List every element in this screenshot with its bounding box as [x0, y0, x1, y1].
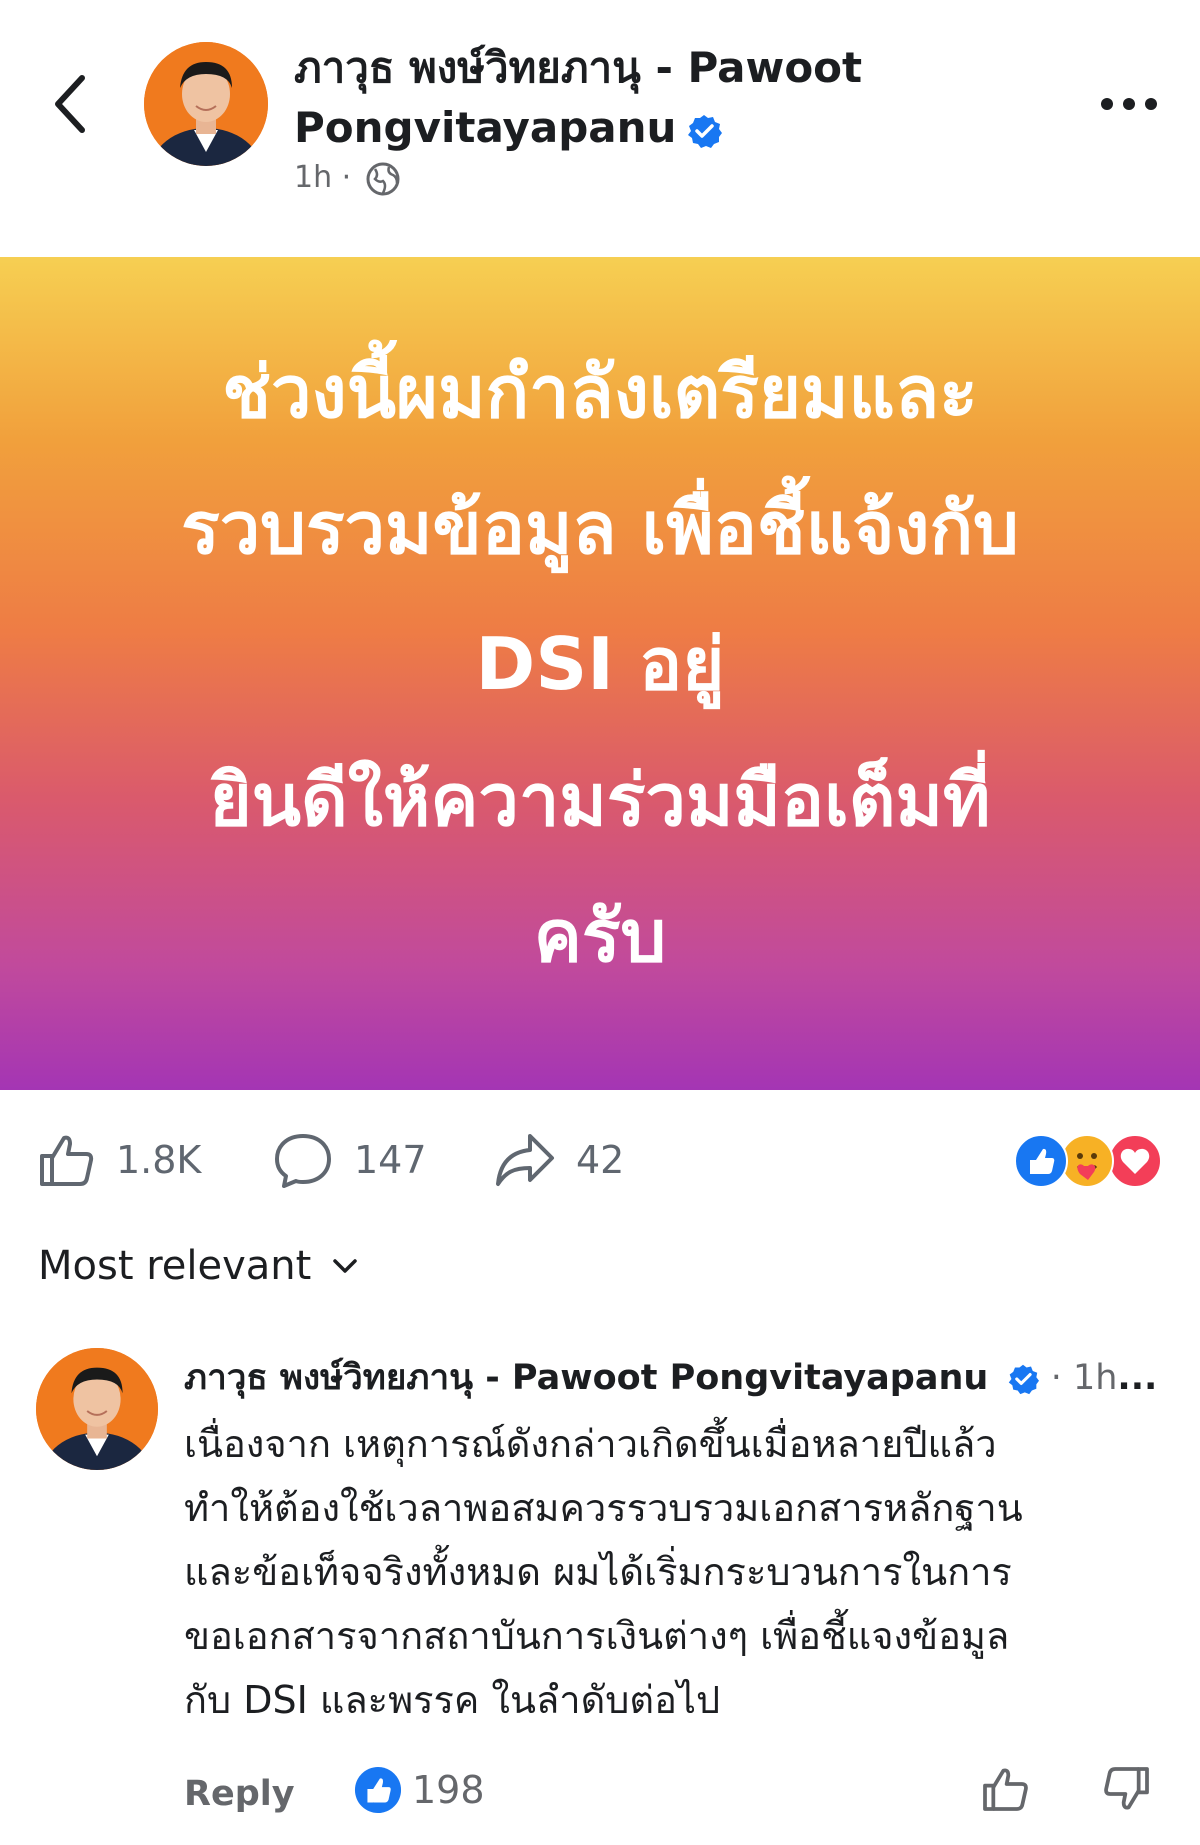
love-reaction-icon — [1108, 1134, 1162, 1188]
comment-line: ทำให้ต้องใช้เวลาพอสมควรรวบรวมเอกสารหลักฐ… — [184, 1486, 1023, 1530]
comment-ellipsis: ... — [1117, 1358, 1158, 1398]
like-button[interactable]: 1.8K — [36, 1128, 201, 1192]
thumbs-up-icon — [983, 1768, 1028, 1811]
like-reaction-icon — [354, 1766, 402, 1814]
share-arrow-icon — [496, 1134, 554, 1186]
meta-separator: · — [341, 160, 361, 195]
post-text-line: DSI อยู่ — [475, 621, 725, 706]
commenter-avatar[interactable] — [36, 1348, 158, 1470]
post-text-line: ช่วงนี้ผมกำลังเตรียมและ — [222, 349, 978, 434]
more-options-button[interactable] — [1096, 84, 1162, 124]
sort-label: Most relevant — [38, 1243, 312, 1289]
comment-like-count: 198 — [412, 1768, 485, 1812]
like-reaction-icon — [1014, 1134, 1068, 1188]
post-author-name-text: ภาวุธ พงษ์วิทยภานุ - Pawoot Pongvitayapa… — [294, 43, 863, 152]
comment-header: ภาวุธ พงษ์วิทยภานุ - Pawoot Pongvitayapa… — [184, 1352, 1184, 1404]
reply-button[interactable]: Reply — [184, 1768, 295, 1820]
comment-like-summary[interactable]: 198 — [354, 1766, 485, 1814]
verified-badge-icon — [688, 114, 723, 148]
comment-button[interactable]: 147 — [272, 1128, 427, 1192]
like-count: 1.8K — [116, 1138, 202, 1182]
share-button[interactable]: 42 — [494, 1128, 624, 1192]
chevron-down-icon — [333, 1259, 358, 1273]
comment-bubble-icon — [275, 1134, 331, 1188]
comment-line: ขอเอกสารจากสถาบันการเงินต่างๆ เพื่อชี้แจ… — [184, 1614, 1010, 1658]
comment-line: เนื่องจาก เหตุการณ์ดังกล่าวเกิดขึ้นเมื่อ… — [184, 1422, 997, 1466]
post-text-card: ช่วงนี้ผมกำลังเตรียมและ รวบรวมข้อมูล เพื… — [0, 257, 1200, 1090]
post-text-line: รวบรวมข้อมูล เพื่อชี้แจ้งกับ — [181, 485, 1019, 570]
avatar-image — [144, 42, 268, 166]
globe-icon — [366, 162, 400, 195]
back-button[interactable] — [46, 68, 94, 140]
post-text-line: ยินดีให้ความร่วมมือเต็มที่ — [209, 757, 991, 842]
post-text: ช่วงนี้ผมกำลังเตรียมและ รวบรวมข้อมูล เพื… — [80, 324, 1120, 1004]
post-action-bar: 1.8K 147 42 — [0, 1120, 1200, 1200]
comment-footer: Reply 198 — [184, 1764, 1184, 1824]
verified-badge-icon — [1008, 1364, 1039, 1395]
chevron-left-icon — [55, 75, 85, 133]
avatar-image — [36, 1348, 158, 1470]
post-author-name[interactable]: ภาวุธ พงษ์วิทยภานุ - Pawoot Pongvitayapa… — [294, 38, 894, 158]
post-meta: 1h · — [294, 158, 401, 198]
comment-separator: · — [1050, 1358, 1073, 1398]
post-time: 1h — [294, 160, 333, 195]
thumbs-down-icon — [1104, 1767, 1149, 1810]
more-dots-icon — [1101, 98, 1157, 110]
reaction-summary[interactable] — [1014, 1134, 1166, 1188]
comment-sort-select[interactable]: Most relevant — [38, 1240, 359, 1292]
comment-count: 147 — [354, 1138, 427, 1182]
comment-dislike-button[interactable] — [1102, 1764, 1152, 1818]
thumbs-up-icon — [40, 1135, 94, 1186]
comment-line: และข้อเท็จจริงทั้งหมด ผมได้เริ่มกระบวนกา… — [184, 1550, 1012, 1594]
post-header: ภาวุธ พงษ์วิทยภานุ - Pawoot Pongvitayapa… — [0, 0, 1200, 255]
comment-body: เนื่องจาก เหตุการณ์ดังกล่าวเกิดขึ้นเมื่อ… — [184, 1412, 1184, 1732]
comment-like-button[interactable] — [980, 1764, 1030, 1818]
comment-author-name[interactable]: ภาวุธ พงษ์วิทยภานุ - Pawoot Pongvitayapa… — [184, 1358, 988, 1398]
comment-time: 1h — [1072, 1358, 1118, 1398]
care-reaction-icon — [1060, 1134, 1114, 1188]
post-text-line: ครับ — [533, 893, 667, 978]
author-avatar[interactable] — [144, 42, 268, 166]
share-count: 42 — [576, 1138, 625, 1182]
comment-line: กับ DSI และพรรค ในลำดับต่อไป — [184, 1678, 721, 1722]
